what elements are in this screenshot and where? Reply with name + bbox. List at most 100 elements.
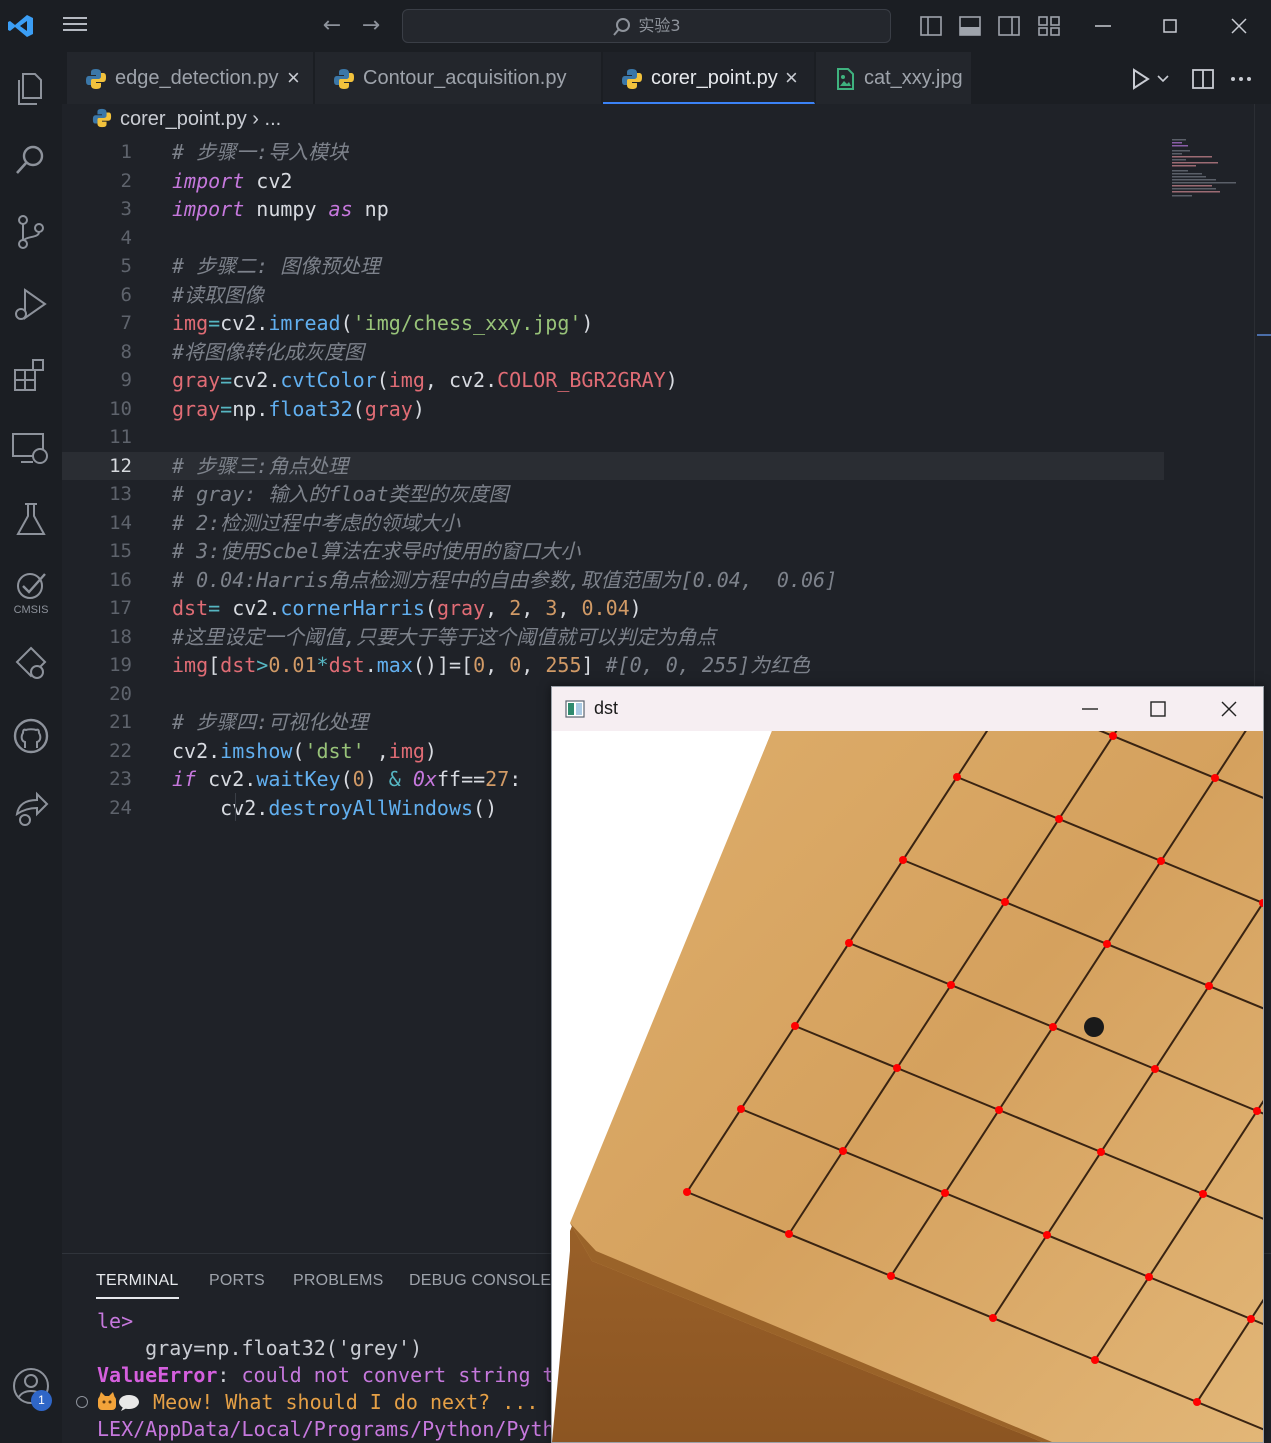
code-line[interactable]: 4 [62,224,1164,252]
activity-bar: CMSIS 1 [0,52,62,1443]
remote-explorer-icon[interactable] [9,426,53,470]
maximize-icon[interactable] [1150,10,1190,42]
extensions-icon[interactable] [9,354,53,398]
code-line[interactable]: 12 # 步骤三:角点处理 [62,451,1164,480]
corner-marker [1157,857,1165,865]
line-number: 5 [120,255,132,277]
code-line[interactable]: 7 img=cv2.imread('img/chess_xxy.jpg') [62,309,1164,337]
panel-tab-problems[interactable]: PROBLEMS [293,1272,384,1290]
code-line[interactable]: 16 # 0.04:Harris角点检测方程中的自由参数,取值范围为[0.04, … [62,566,1164,594]
code-line[interactable]: 3 import numpy as np [62,195,1164,223]
close-window-icon[interactable] [1219,10,1259,42]
error-message: could not convert string t [241,1363,555,1387]
terminal-prompt-line: Meow! What should I do next? ... [97,1390,538,1414]
code-line[interactable]: 6 #读取图像 [62,281,1164,309]
line-number: 12 [109,454,132,477]
black-stone [1084,1017,1104,1037]
code-line[interactable]: 13 # gray: 输入的float类型的灰度图 [62,480,1164,508]
vscode-logo-icon [8,15,33,37]
code-line[interactable]: 9 gray=cv2.cvtColor(img, cv2.COLOR_BGR2GR… [62,366,1164,394]
corner-marker [899,856,907,864]
code-line[interactable]: 17 dst= cv2.cornerHarris(gray, 2, 3, 0.04… [62,594,1164,622]
corner-marker [1151,1065,1159,1073]
corner-marker [1103,940,1111,948]
tab-label: edge_detection.py [115,67,279,89]
code-line[interactable]: 19 img[dst>0.01*dst.max()]=[0, 0, 255] #[… [62,651,1164,679]
minimize-icon[interactable] [1083,10,1123,42]
scrollbar-thumb[interactable] [1257,334,1271,336]
line-number: 10 [109,397,132,420]
corner-marker [1055,815,1063,823]
editor-tab-bar: edge_detection.py × Contour_acquisition.… [62,52,1271,104]
line-number: 3 [120,198,132,220]
breadcrumb-file[interactable]: corer_point.py [120,108,247,130]
image-window-dst[interactable]: dst [551,686,1264,1443]
breadcrumb-rest[interactable]: ... [265,108,282,130]
close-tab-icon[interactable]: × [785,65,798,91]
code-text: # 3:使用Scbel算法在求导时使用的窗口大小 [172,539,581,563]
tab-label: cat_xxy.jpg [864,67,963,89]
search-icon[interactable] [9,138,53,182]
panel-tab-debug-console[interactable]: DEBUG CONSOLE [409,1272,551,1290]
minimize-icon[interactable] [1070,695,1110,723]
corner-marker [839,1147,847,1155]
terminal-line: gray=np.float32('grey') [97,1336,423,1360]
live-share-icon[interactable] [9,786,53,830]
terminal-error-line: ValueError: could not convert string t [97,1363,555,1387]
line-number: 1 [120,141,132,163]
line-number: 11 [109,426,132,448]
forward-arrow-icon[interactable]: → [357,12,385,40]
run-debug-icon[interactable] [9,282,53,326]
close-window-icon[interactable] [1209,695,1249,723]
title-bar: ← → 实验3 [0,0,1271,52]
customize-layout-icon[interactable] [1038,15,1060,37]
corner-marker [1253,1107,1261,1115]
maximize-icon[interactable] [1138,695,1178,723]
split-editor-icon[interactable] [1190,66,1216,92]
github-icon[interactable] [9,714,53,758]
run-python-file-icon[interactable] [1130,66,1174,92]
command-center-search[interactable]: 实验3 [402,9,891,43]
corner-marker [941,1189,949,1197]
corner-marker [1049,1023,1057,1031]
tab-edge-detection[interactable]: edge_detection.py × [67,52,314,104]
code-line[interactable]: 18 #这里设定一个阈值,只要大于等于这个阈值就可以判定为角点 [62,623,1164,651]
toggle-sidebar-icon[interactable] [920,15,942,37]
code-text: # 步骤四:可视化处理 [172,710,369,734]
minimap[interactable] [1170,138,1242,198]
image-window-titlebar[interactable]: dst [552,687,1263,731]
search-icon [613,17,631,36]
code-line[interactable]: 10 gray=np.float32(gray) [62,395,1164,423]
settings-sync-icon[interactable] [9,642,53,686]
panel-tab-ports[interactable]: PORTS [209,1272,265,1290]
terminal-line: LEX/AppData/Local/Programs/Python/Pyth [97,1417,555,1441]
panel-tab-terminal[interactable]: TERMINAL [96,1272,179,1299]
code-line[interactable]: 8 #将图像转化成灰度图 [62,338,1164,366]
more-actions-icon[interactable] [1228,66,1254,92]
corner-marker [887,1272,895,1280]
cmsis-icon[interactable] [9,564,53,608]
breadcrumb: corer_point.py › ... [92,108,281,136]
code-text: gray=cv2.cvtColor(img, cv2.COLOR_BGR2GRA… [172,368,678,392]
corner-marker [785,1230,793,1238]
back-arrow-icon[interactable]: ← [318,12,346,40]
toggle-secondary-sidebar-icon[interactable] [998,15,1020,37]
tab-corer-point[interactable]: corer_point.py × [603,52,815,104]
code-text: # 0.04:Harris角点检测方程中的自由参数,取值范围为[0.04, 0.… [172,567,838,592]
code-line[interactable]: 15 # 3:使用Scbel算法在求导时使用的窗口大小 [62,537,1164,565]
explorer-icon[interactable] [9,66,53,110]
tab-contour-acquisition[interactable]: Contour_acquisition.py [315,52,602,104]
code-text: if cv2.waitKey(0) & 0xff==27: [172,767,522,791]
source-control-icon[interactable] [9,210,53,254]
code-line[interactable]: 14 # 2:检测过程中考虑的领域大小 [62,509,1164,537]
code-line[interactable]: 11 [62,423,1164,451]
testing-icon[interactable] [9,498,53,542]
code-line[interactable]: 1 # 步骤一:导入模块 [62,138,1164,166]
menu-icon[interactable] [60,14,90,38]
toggle-panel-icon[interactable] [959,15,981,37]
code-line[interactable]: 5 # 步骤二: 图像预处理 [62,252,1164,280]
code-line[interactable]: 2 import cv2 [62,167,1164,195]
corner-marker [1091,1356,1099,1364]
tab-cat-xxy-jpg[interactable]: cat_xxy.jpg [816,52,972,104]
close-tab-icon[interactable]: × [287,65,300,91]
